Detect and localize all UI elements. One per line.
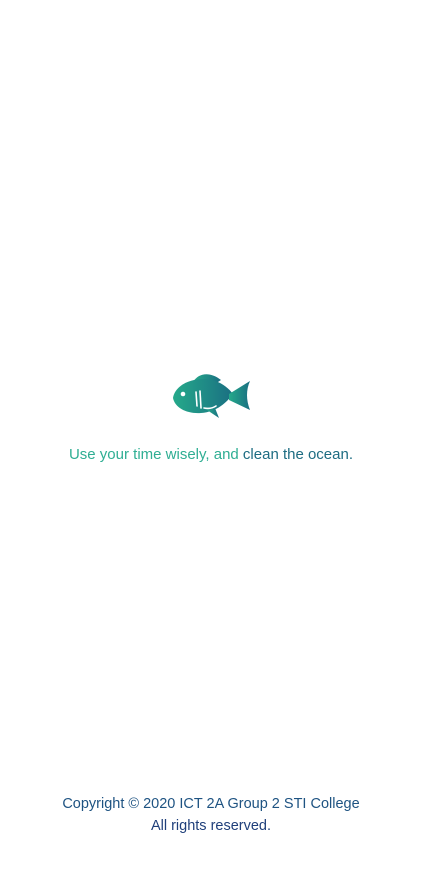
tagline: Use your time wisely, and clean the ocea… xyxy=(0,445,422,465)
tagline-part-1: Use your time wisely, and xyxy=(68,446,243,463)
fish-icon xyxy=(171,372,251,422)
rights-text: All rights reserved. xyxy=(150,817,272,834)
splash-screen: Use your time wisely, and clean the ocea… xyxy=(0,0,422,891)
copyright-text: Copyright © 2020 ICT 2A Group 2 STI Coll… xyxy=(62,796,360,812)
tagline-part-2: clean the ocean. xyxy=(242,446,354,463)
footer: Copyright © 2020 ICT 2A Group 2 STI Coll… xyxy=(0,794,422,837)
